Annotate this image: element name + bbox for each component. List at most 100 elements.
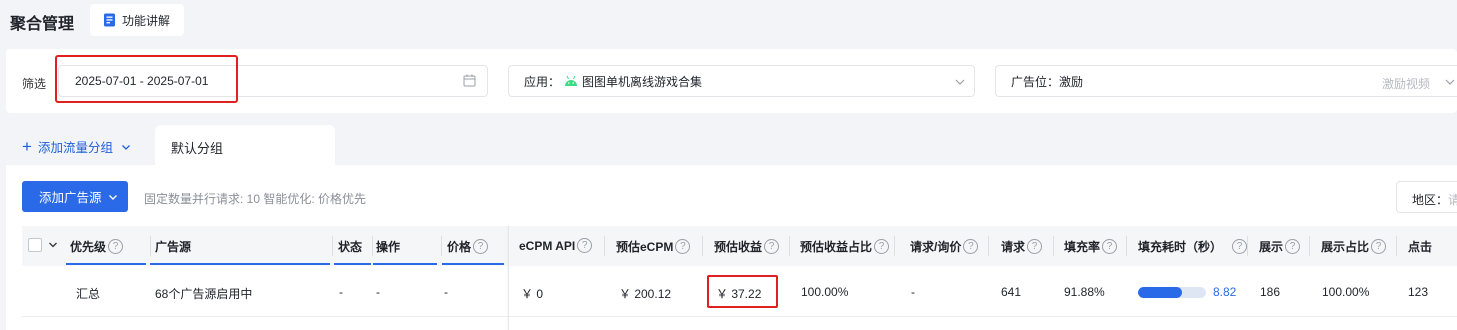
region-select[interactable]: 地区：请	[1396, 181, 1457, 213]
column-header-revenue-share[interactable]: 预估收益占比?	[800, 238, 890, 255]
help-icon[interactable]: ?	[1027, 239, 1043, 254]
column-header-est-revenue[interactable]: 预估收益?	[714, 238, 780, 255]
column-separator	[372, 236, 373, 256]
column-separator	[150, 236, 151, 256]
chevron-down-icon	[121, 144, 130, 150]
column-separator	[1309, 236, 1310, 256]
cell-impression-share: 100.00%	[1322, 285, 1370, 299]
help-icon[interactable]: ?	[577, 238, 593, 253]
est-revenue-highlight-box	[707, 275, 778, 308]
column-header-ecpm-api[interactable]: eCPM API?	[519, 238, 593, 253]
column-header-impression-share[interactable]: 展示占比?	[1321, 238, 1387, 255]
top-bar	[0, 0, 1457, 45]
column-header-request-bid[interactable]: 请求/询价?	[910, 238, 979, 255]
cell-clicks: 123	[1408, 285, 1429, 299]
help-icon[interactable]: ?	[108, 239, 124, 254]
help-icon[interactable]: ?	[1371, 239, 1387, 254]
column-header-fill-time[interactable]: 填充耗时（秒）?	[1138, 238, 1248, 255]
calendar-icon	[463, 74, 476, 87]
cell-source: 68个广告源启用中	[155, 287, 253, 301]
cell-price: -	[444, 285, 448, 299]
feature-help-label: 功能讲解	[122, 13, 171, 28]
help-icon[interactable]: ?	[1285, 239, 1301, 254]
document-icon	[104, 13, 115, 27]
column-header-fill-rate[interactable]: 填充率?	[1064, 238, 1118, 255]
filter-label: 筛选	[22, 77, 47, 91]
column-separator	[988, 236, 989, 256]
column-separator	[789, 236, 790, 256]
column-header-est-ecpm[interactable]: 预估eCPM?	[616, 238, 691, 255]
ad-slot-prefix: 广告位：	[1011, 74, 1060, 89]
column-header-source[interactable]: 广告源	[155, 238, 191, 255]
region-label: 地区：	[1412, 193, 1449, 207]
column-separator	[1053, 236, 1054, 256]
column-separator	[702, 236, 703, 256]
help-icon[interactable]: ?	[1102, 239, 1118, 254]
column-underline	[334, 263, 371, 265]
column-header-requests[interactable]: 请求?	[1001, 238, 1043, 255]
cell-requests: 641	[1001, 285, 1022, 299]
column-header-status[interactable]: 状态	[338, 238, 362, 255]
chevron-down-icon	[955, 79, 965, 85]
tab-default-group-label: 默认分组	[171, 141, 224, 156]
fill-time-bar-fill	[1138, 287, 1183, 298]
help-icon[interactable]: ?	[963, 239, 979, 254]
app-select[interactable]: 应用： 图图单机离线游戏合集	[508, 65, 975, 97]
app-name: 图图单机离线游戏合集	[582, 74, 703, 89]
column-header-clicks[interactable]: 点击	[1408, 238, 1432, 255]
cell-fill-time: 8.82	[1213, 285, 1237, 299]
tab-default-group[interactable]: 默认分组	[155, 125, 335, 165]
cell-request-bid: -	[911, 285, 915, 299]
cell-fill-rate: 91.88%	[1064, 285, 1105, 299]
column-underline	[442, 263, 504, 265]
table-header: 优先级? 广告源 状态 操作 价格? eCPM API? 预估eCPM? 预估收…	[22, 226, 1457, 266]
cell-ecpm-api: ￥ 0	[521, 287, 544, 301]
ad-slot-value: 激励	[1059, 74, 1084, 89]
chevron-down-icon[interactable]	[48, 240, 58, 250]
column-underline	[150, 263, 330, 265]
chevron-down-icon	[108, 194, 117, 200]
column-separator	[604, 236, 605, 256]
cell-est-ecpm: ￥ 200.12	[619, 287, 672, 301]
column-header-action[interactable]: 操作	[376, 238, 400, 255]
ad-slot-select[interactable]: 广告位： 激励 激励视频	[995, 65, 1457, 97]
app-prefix: 应用：	[524, 74, 561, 89]
column-separator	[1396, 236, 1397, 256]
cell-impressions: 186	[1260, 285, 1281, 299]
android-icon	[565, 75, 578, 86]
column-underline	[373, 263, 437, 265]
chevron-down-icon	[1445, 79, 1455, 85]
cell-status: -	[339, 285, 343, 299]
ad-slot-placeholder: 激励视频	[1382, 77, 1431, 91]
column-separator	[332, 236, 333, 256]
column-separator	[441, 236, 442, 256]
help-icon[interactable]: ?	[473, 239, 489, 254]
add-traffic-group-button[interactable]: + 添加流量分组	[22, 137, 131, 156]
page-title: 聚合管理	[10, 16, 75, 33]
column-header-priority[interactable]: 优先级?	[70, 238, 124, 255]
plus-icon: +	[22, 136, 32, 156]
request-strategy-hint: 固定数量并行请求: 10 智能优化: 价格优先	[144, 192, 367, 206]
fill-time-bar	[1138, 287, 1206, 298]
date-range-highlight-box	[55, 55, 238, 103]
region-placeholder: 请	[1448, 193, 1457, 207]
help-icon[interactable]: ?	[764, 239, 780, 254]
feature-help-button[interactable]: 功能讲解	[90, 4, 184, 36]
column-separator	[1247, 236, 1248, 256]
help-icon[interactable]: ?	[1232, 239, 1248, 254]
column-header-price[interactable]: 价格?	[447, 238, 489, 255]
select-all-checkbox[interactable]	[28, 238, 42, 252]
cell-revenue-share: 100.00%	[801, 285, 849, 299]
add-traffic-group-label: 添加流量分组	[37, 141, 113, 155]
help-icon[interactable]: ?	[874, 239, 890, 254]
column-header-impressions[interactable]: 展示?	[1259, 238, 1301, 255]
cell-priority: 汇总	[76, 287, 101, 301]
column-underline	[66, 263, 146, 265]
add-ad-source-button[interactable]: 添加广告源	[22, 181, 128, 212]
cell-action: -	[376, 285, 380, 299]
column-separator	[1126, 236, 1127, 256]
help-icon[interactable]: ?	[675, 239, 691, 254]
fixed-column-divider	[508, 226, 509, 330]
column-separator	[894, 236, 895, 256]
add-ad-source-label: 添加广告源	[39, 191, 102, 205]
